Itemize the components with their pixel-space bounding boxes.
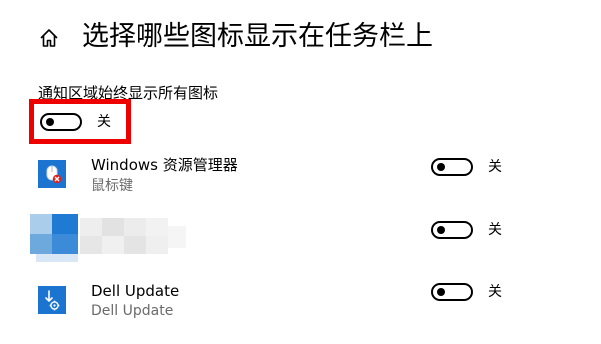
app-name: Dell Update <box>91 282 180 300</box>
mouse-keys-icon <box>38 160 66 188</box>
app-name: Windows 资源管理器 <box>91 156 238 174</box>
app-subtitle: 鼠标键 <box>91 178 133 194</box>
toggle-knob <box>46 118 54 126</box>
toggle-knob <box>437 163 445 171</box>
always-show-toggle[interactable] <box>40 113 82 131</box>
toggle-knob <box>437 226 445 234</box>
app-toggle-blurred[interactable] <box>431 221 473 239</box>
app-toggle-dell-update[interactable] <box>431 283 473 301</box>
app-subtitle: Dell Update <box>91 303 174 319</box>
toggle-knob <box>437 288 445 296</box>
home-icon[interactable] <box>38 27 60 49</box>
app-toggle-state: 关 <box>488 284 502 300</box>
app-toggle-state: 关 <box>488 222 502 238</box>
app-toggle-state: 关 <box>488 159 502 175</box>
app-toggle-explorer[interactable] <box>431 158 473 176</box>
dell-update-icon <box>38 286 66 314</box>
page-title: 选择哪些图标显示在任务栏上 <box>82 21 433 52</box>
always-show-state: 关 <box>97 114 111 130</box>
